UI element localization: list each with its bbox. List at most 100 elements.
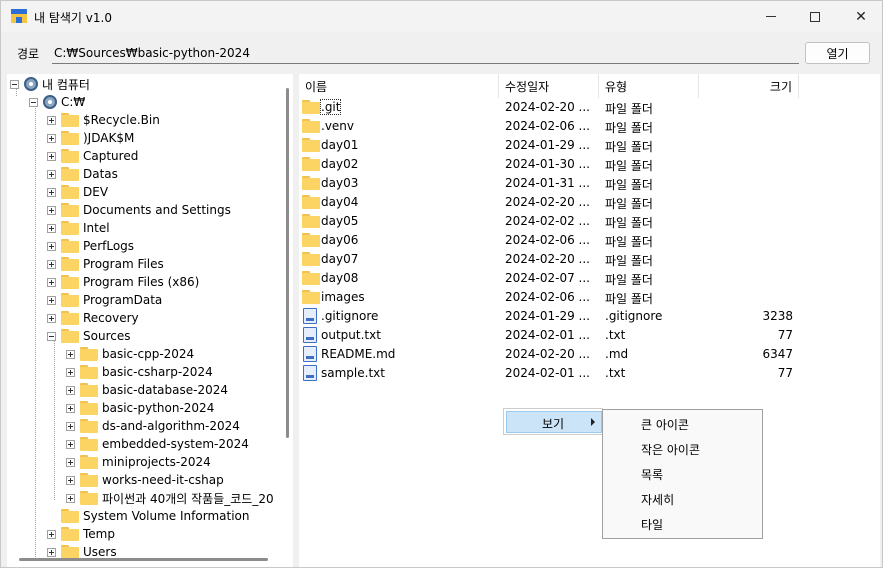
tree-node[interactable]: embedded-system-2024: [66, 435, 249, 453]
tree-node[interactable]: ds-and-algorithm-2024: [66, 417, 240, 435]
expand-icon[interactable]: [47, 295, 56, 305]
folder-icon: [61, 221, 79, 235]
tree-node[interactable]: )JDAK$M: [47, 129, 134, 147]
maximize-button[interactable]: [792, 1, 838, 32]
list-row[interactable]: output.txt 2024-02-01 ... .txt 77: [299, 326, 859, 345]
tree-node[interactable]: Temp: [47, 525, 115, 543]
tree-node[interactable]: basic-cpp-2024: [66, 345, 194, 363]
list-cell-date: 2024-01-31 ...: [505, 176, 590, 190]
list-row[interactable]: day04 2024-02-20 ... 파일 폴더: [299, 193, 859, 212]
menu-item-small-icons[interactable]: 작은 아이콘: [605, 438, 760, 460]
list-row[interactable]: .git 2024-02-20 ... 파일 폴더: [299, 98, 859, 117]
column-header-size[interactable]: 크기: [699, 74, 799, 98]
tree-node[interactable]: 파이썬과 40개의 작품들_코드_20: [66, 489, 274, 507]
tree-node-selected[interactable]: basic-python-2024: [66, 399, 214, 417]
list-row[interactable]: day07 2024-02-20 ... 파일 폴더: [299, 250, 859, 269]
tree-node[interactable]: basic-database-2024: [66, 381, 228, 399]
tree-horizontal-scrollbar[interactable]: [19, 558, 268, 561]
menu-item-list[interactable]: 목록: [605, 463, 760, 485]
expand-icon[interactable]: [66, 475, 75, 485]
tree-node[interactable]: miniprojects-2024: [66, 453, 211, 471]
folder-icon: [80, 455, 98, 469]
menu-item-large-icons[interactable]: 큰 아이콘: [605, 413, 760, 435]
expand-icon[interactable]: [47, 241, 56, 251]
tree-label: basic-csharp-2024: [102, 365, 213, 379]
tree-node[interactable]: Documents and Settings: [47, 201, 231, 219]
list-cell-name: output.txt: [321, 328, 381, 342]
expand-icon[interactable]: [66, 439, 75, 449]
expand-icon[interactable]: [47, 259, 56, 269]
tree-vertical-scrollbar[interactable]: [286, 88, 289, 438]
expand-icon[interactable]: [47, 277, 56, 287]
expand-icon[interactable]: [47, 133, 56, 143]
list-row[interactable]: day03 2024-01-31 ... 파일 폴더: [299, 174, 859, 193]
column-header-type[interactable]: 유형: [599, 74, 699, 98]
expand-icon[interactable]: [47, 529, 56, 539]
tree-node[interactable]: ProgramData: [47, 291, 162, 309]
close-button[interactable]: ✕: [838, 1, 883, 32]
list-row[interactable]: .gitignore 2024-01-29 ... .gitignore 3238: [299, 307, 859, 326]
collapse-icon[interactable]: [47, 331, 56, 341]
menu-item-view[interactable]: 보기: [506, 411, 602, 433]
expand-icon[interactable]: [66, 457, 75, 467]
window-title: 내 탐색기 v1.0: [34, 11, 112, 25]
tree-label: PerfLogs: [83, 239, 135, 253]
collapse-icon[interactable]: [10, 79, 19, 89]
expand-icon[interactable]: [47, 223, 56, 233]
tree-node[interactable]: works-need-it-cshap: [66, 471, 224, 489]
expand-icon[interactable]: [47, 313, 56, 323]
list-row[interactable]: day06 2024-02-06 ... 파일 폴더: [299, 231, 859, 250]
tree-node[interactable]: Intel: [47, 219, 110, 237]
folder-icon: [61, 239, 79, 253]
expand-icon[interactable]: [47, 205, 56, 215]
list-cell-name: day05: [321, 214, 359, 228]
list-row[interactable]: images 2024-02-06 ... 파일 폴더: [299, 288, 859, 307]
tree-node[interactable]: $Recycle.Bin: [47, 111, 160, 129]
expand-icon[interactable]: [47, 115, 56, 125]
list-cell-name: day08: [321, 271, 359, 285]
expand-icon[interactable]: [66, 385, 75, 395]
expand-icon[interactable]: [47, 151, 56, 161]
tree-node[interactable]: Program Files (x86): [47, 273, 199, 291]
tree-node[interactable]: Recovery: [47, 309, 139, 327]
tree-node[interactable]: Captured: [47, 147, 138, 165]
expand-icon[interactable]: [47, 169, 56, 179]
menu-item-details[interactable]: 자세히: [605, 488, 760, 510]
list-row[interactable]: day08 2024-02-07 ... 파일 폴더: [299, 269, 859, 288]
tree-node-drive-c[interactable]: C:₩: [29, 93, 85, 111]
list-row[interactable]: README.md 2024-02-20 ... .md 6347: [299, 345, 859, 364]
tree-node[interactable]: System Volume Information: [61, 507, 249, 525]
path-input[interactable]: [52, 42, 799, 64]
expand-icon[interactable]: [66, 349, 75, 359]
list-row[interactable]: sample.txt 2024-02-01 ... .txt 77: [299, 364, 859, 383]
list-row[interactable]: day01 2024-01-29 ... 파일 폴더: [299, 136, 859, 155]
folder-tree[interactable]: 내 컴퓨터 C:₩ $Recycle.Bin )JDAK$M Captured …: [7, 74, 293, 567]
expand-icon[interactable]: [66, 493, 75, 503]
tree-node[interactable]: DEV: [47, 183, 108, 201]
column-label: 크기: [769, 79, 792, 94]
file-list[interactable]: 이름 수정일자 유형 크기 .git 2024-02-20 ... 파일 폴더 .ve…: [299, 74, 880, 567]
minimize-button[interactable]: [748, 1, 794, 32]
tree-node[interactable]: Datas: [47, 165, 118, 183]
column-header-name[interactable]: 이름: [299, 74, 499, 98]
list-row[interactable]: .venv 2024-02-06 ... 파일 폴더: [299, 117, 859, 136]
tree-node[interactable]: Program Files: [47, 255, 164, 273]
column-header-date[interactable]: 수정일자: [499, 74, 599, 98]
tree-node-my-computer[interactable]: 내 컴퓨터: [10, 75, 90, 93]
list-cell-date: 2024-02-01 ...: [505, 366, 590, 380]
expand-icon[interactable]: [66, 403, 75, 413]
expand-icon[interactable]: [47, 187, 56, 197]
list-row[interactable]: day05 2024-02-02 ... 파일 폴더: [299, 212, 859, 231]
collapse-icon[interactable]: [29, 97, 38, 107]
folder-icon: [61, 167, 79, 181]
open-button[interactable]: 열기: [805, 42, 870, 64]
tree-node-sources[interactable]: Sources: [47, 327, 130, 345]
expand-icon[interactable]: [66, 367, 75, 377]
expand-icon[interactable]: [66, 421, 75, 431]
list-row[interactable]: day02 2024-01-30 ... 파일 폴더: [299, 155, 859, 174]
tree-node[interactable]: PerfLogs: [47, 237, 134, 255]
list-cell-type: 파일 폴더: [605, 178, 653, 192]
menu-item-tiles[interactable]: 타일: [605, 513, 760, 535]
tree-node[interactable]: basic-csharp-2024: [66, 363, 213, 381]
expand-icon[interactable]: [47, 547, 56, 557]
